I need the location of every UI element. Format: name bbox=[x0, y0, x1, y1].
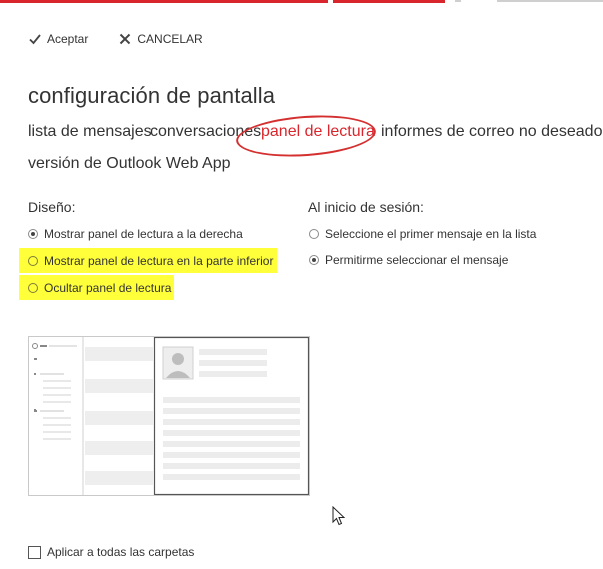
apply-all-folders[interactable]: Aplicar a todas las carpetas bbox=[28, 545, 194, 559]
reading-pane-preview bbox=[28, 336, 310, 496]
radio-button[interactable] bbox=[28, 282, 38, 293]
cancel-button-label: CANCELAR bbox=[137, 32, 203, 46]
radio-button[interactable] bbox=[28, 229, 38, 239]
top-tab-indicator bbox=[455, 0, 461, 2]
top-tab-indicator bbox=[497, 0, 603, 2]
radio-button[interactable] bbox=[28, 255, 38, 266]
radio-button[interactable] bbox=[309, 255, 319, 265]
layout-option-right[interactable]: Mostrar panel de lectura a la derecha bbox=[28, 226, 243, 242]
layout-option-bottom[interactable]: Mostrar panel de lectura en la parte inf… bbox=[19, 248, 277, 273]
layout-option-label: Ocultar panel de lectura bbox=[44, 280, 172, 295]
tab-message-list[interactable]: lista de mensajes bbox=[28, 123, 152, 141]
top-tab-indicator bbox=[0, 0, 328, 3]
layout-option-label: Mostrar panel de lectura a la derecha bbox=[44, 227, 243, 241]
radio-button[interactable] bbox=[309, 229, 319, 239]
cancel-button[interactable]: CANCELAR bbox=[118, 32, 203, 46]
tab-conversations[interactable]: conversaciones bbox=[150, 123, 261, 141]
apply-all-folders-label: Aplicar a todas las carpetas bbox=[47, 545, 195, 559]
signin-option-label: Seleccione el primer mensaje en la lista bbox=[325, 227, 537, 241]
signin-option-first-message[interactable]: Seleccione el primer mensaje en la lista bbox=[309, 226, 536, 242]
layout-section-label: Diseño: bbox=[28, 199, 76, 215]
layout-option-label: Mostrar panel de lectura en la parte inf… bbox=[44, 253, 274, 268]
accept-button[interactable]: Aceptar bbox=[28, 32, 88, 46]
apply-all-folders-checkbox[interactable] bbox=[28, 545, 41, 559]
top-tab-strip bbox=[0, 0, 603, 4]
toolbar: Aceptar CANCELAR bbox=[28, 30, 203, 48]
signin-option-label: Permitirme seleccionar el mensaje bbox=[325, 253, 509, 267]
accept-button-label: Aceptar bbox=[47, 32, 89, 46]
signin-option-let-me-select[interactable]: Permitirme seleccionar el mensaje bbox=[309, 252, 508, 268]
signin-section-label: Al inicio de sesión: bbox=[308, 199, 424, 215]
tab-outlook-web-app-version[interactable]: versión de Outlook Web App bbox=[28, 155, 231, 173]
mouse-pointer-icon bbox=[332, 506, 346, 526]
tab-junk-email-reports[interactable]: informes de correo no deseado bbox=[381, 123, 602, 141]
close-icon bbox=[120, 33, 131, 45]
top-tab-indicator bbox=[333, 0, 445, 3]
tab-reading-pane[interactable]: panel de lectura bbox=[261, 123, 375, 141]
layout-option-hidden[interactable]: Ocultar panel de lectura bbox=[19, 275, 174, 300]
checkmark-icon bbox=[29, 34, 41, 45]
page-title: configuración de pantalla bbox=[28, 83, 276, 108]
reading-pane-preview-illustration bbox=[32, 336, 310, 496]
